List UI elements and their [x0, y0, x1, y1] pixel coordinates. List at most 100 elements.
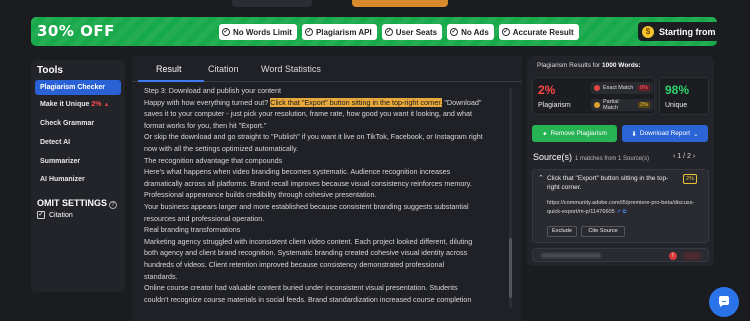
feature-chips: ✓ No Words Limit ✓ Plagiarism API ✓ User Se…	[219, 24, 579, 40]
text-line: The recognition advantage that compounds	[144, 155, 283, 165]
nav-button-upgrade-partial[interactable]	[352, 0, 448, 7]
remove-plagiarism-button[interactable]: ✦ Remove Plagiarism	[532, 125, 617, 142]
text-line: Professional appearance builds credibili…	[144, 190, 377, 200]
coin-icon: $	[642, 25, 654, 38]
content-text[interactable]: Step 3: Download and publish your conten…	[144, 85, 508, 321]
unique-label: Unique	[665, 102, 688, 109]
source-result-card[interactable]: ⌃ Click that "Export" button sitting in …	[532, 169, 709, 243]
prev-icon[interactable]: ‹	[673, 153, 675, 160]
tools-sidebar: Tools Plagiarism Checker Make it Unique 2…	[31, 60, 125, 292]
sidebar-item-label: Detect AI	[40, 139, 71, 146]
sidebar-item-make-it-unique[interactable]: Make it Unique 2% ▲	[35, 97, 121, 112]
partial-match-value: 2%	[638, 102, 650, 108]
text-line: saves it to your computer - just pick yo…	[144, 109, 472, 119]
plagiarism-highlight[interactable]: Click that "Export" button sitting in th…	[270, 97, 443, 107]
sidebar-item-label: Plagiarism Checker	[40, 84, 105, 91]
check-icon: ✓	[501, 28, 510, 36]
omit-settings-title: OMIT SETTINGS?	[37, 198, 118, 209]
partial-match-stat: Partial Match 2%	[591, 99, 653, 111]
check-icon: ✓	[450, 28, 459, 36]
external-link-icon[interactable]: ↗	[616, 209, 621, 215]
feature-chip-label: No Ads	[461, 27, 489, 37]
text-line: Your business appears larger and more es…	[144, 201, 469, 211]
sidebar-item-ai-humanizer[interactable]: AI Humanizer	[35, 172, 121, 187]
cite-source-button[interactable]: Cite Source	[581, 226, 625, 237]
active-tab-indicator	[138, 80, 204, 82]
partial-match-dot-icon	[594, 102, 600, 108]
text-line: resources and professional operation.	[144, 213, 265, 223]
check-icon: ✓	[384, 28, 393, 36]
sidebar-item-check-grammar[interactable]: Check Grammar	[35, 116, 121, 131]
sidebar-item-label: Summarizer	[40, 158, 81, 165]
pager-text: 1 / 2	[677, 153, 691, 160]
omit-settings-label: OMIT SETTINGS	[37, 198, 108, 208]
top-nav-strip	[0, 0, 750, 14]
checkbox-checked-icon[interactable]: ✓	[37, 211, 45, 219]
unique-badge: 2%	[91, 101, 102, 108]
text-line: format works for you, then hit "Export."	[144, 120, 267, 130]
feature-chip: ✓ No Ads	[447, 24, 494, 40]
exclude-button[interactable]: Exclude	[547, 226, 577, 237]
source-result-card-blurred[interactable]: !	[532, 248, 709, 262]
text-line: Marketing agency struggled with inconsis…	[144, 236, 473, 246]
results-panel: Plagiarism Results for 1000 Words: 2% Pl…	[527, 56, 714, 266]
download-report-button[interactable]: ⬇ Download Report ⌄	[622, 125, 708, 142]
nav-button-partial[interactable]	[232, 0, 312, 7]
feature-chip: ✓ Accurate Result	[498, 24, 579, 40]
tab-citation[interactable]: Citation	[208, 64, 239, 74]
result-tabs: Result Citation Word Statistics	[132, 56, 522, 82]
unique-percent: 98%	[665, 83, 690, 97]
check-icon: ✓	[304, 28, 313, 36]
source-pager: ‹ 1 / 2 ›	[673, 153, 695, 160]
text-line: now with all the settings optimized auto…	[144, 143, 299, 153]
pricing-button[interactable]: $ Starting from $9.80	[638, 22, 717, 41]
sidebar-item-detect-ai[interactable]: Detect AI	[35, 135, 121, 150]
tab-result[interactable]: Result	[156, 64, 182, 74]
text-line: Here's what happens when video branding …	[144, 167, 451, 177]
feature-chip-label: Plagiarism API	[315, 27, 372, 37]
scrollbar-thumb[interactable]	[509, 238, 512, 298]
blurred-url	[541, 253, 601, 258]
feature-chip: ✓ User Seats	[381, 24, 443, 40]
text-line: Online course creator had valuable conte…	[144, 283, 458, 293]
plagiarism-label: Plagiarism	[538, 102, 571, 109]
sidebar-title: Tools	[37, 65, 63, 76]
tab-word-statistics[interactable]: Word Statistics	[261, 64, 321, 74]
chevron-down-icon: ⌄	[693, 130, 699, 138]
promo-text: 30% OFF	[37, 22, 115, 40]
help-icon[interactable]: ?	[109, 201, 118, 209]
exact-match-dot-icon	[594, 85, 600, 91]
sidebar-item-plagiarism-checker[interactable]: Plagiarism Checker	[35, 80, 121, 95]
scrollbar[interactable]	[509, 88, 512, 308]
sidebar-item-label: Check Grammar	[40, 120, 95, 127]
text-line: Step 3: Download and publish your conten…	[144, 86, 282, 95]
feature-chip: ✓ No Words Limit	[219, 24, 297, 40]
check-icon: ✓	[222, 28, 230, 36]
feature-chip-label: User Seats	[395, 27, 438, 37]
sidebar-item-label: AI Humanizer	[40, 176, 85, 183]
chevron-up-icon[interactable]: ⌃	[538, 174, 544, 182]
sources-title: Source(s) 1 matches from 1 Source(s)	[533, 152, 650, 162]
sidebar-item-summarizer[interactable]: Summarizer	[35, 154, 121, 169]
source-url-link[interactable]: https://community.adobe.com/t5/premiere-…	[547, 199, 697, 216]
text-line: Happy with how everything turned out? Cl…	[144, 97, 482, 107]
results-header: Plagiarism Results for 1000 Words:	[537, 62, 641, 69]
text-line: Or skip the download and go straight to …	[144, 132, 483, 142]
promo-banner[interactable]: 30% OFF ✓ No Words Limit ✓ Plagiarism API …	[31, 17, 717, 46]
pricing-label: Starting from $9.80	[659, 26, 717, 37]
feature-chip: ✓ Plagiarism API	[301, 24, 377, 40]
match-percent-badge: 2%	[683, 174, 697, 184]
next-icon[interactable]: ›	[693, 153, 695, 160]
text-line: standards.	[144, 271, 178, 281]
chat-icon	[718, 296, 729, 307]
exact-match-label: Exact Match	[603, 85, 634, 91]
copy-icon[interactable]: ⧉	[623, 209, 627, 215]
text-line: hundreds of videos. Client retention imp…	[144, 259, 445, 269]
text-line: dramatically across all platforms. Brand…	[144, 178, 472, 188]
sources-subtitle: 1 matches from 1 Source(s)	[575, 156, 650, 162]
feature-chip-label: Accurate Result	[512, 27, 574, 37]
wand-icon: ✦	[542, 130, 548, 138]
plagiarism-percent: 2%	[538, 83, 556, 97]
chat-support-button[interactable]	[709, 287, 739, 317]
citation-checkbox[interactable]: ✓ Citation	[37, 211, 73, 219]
